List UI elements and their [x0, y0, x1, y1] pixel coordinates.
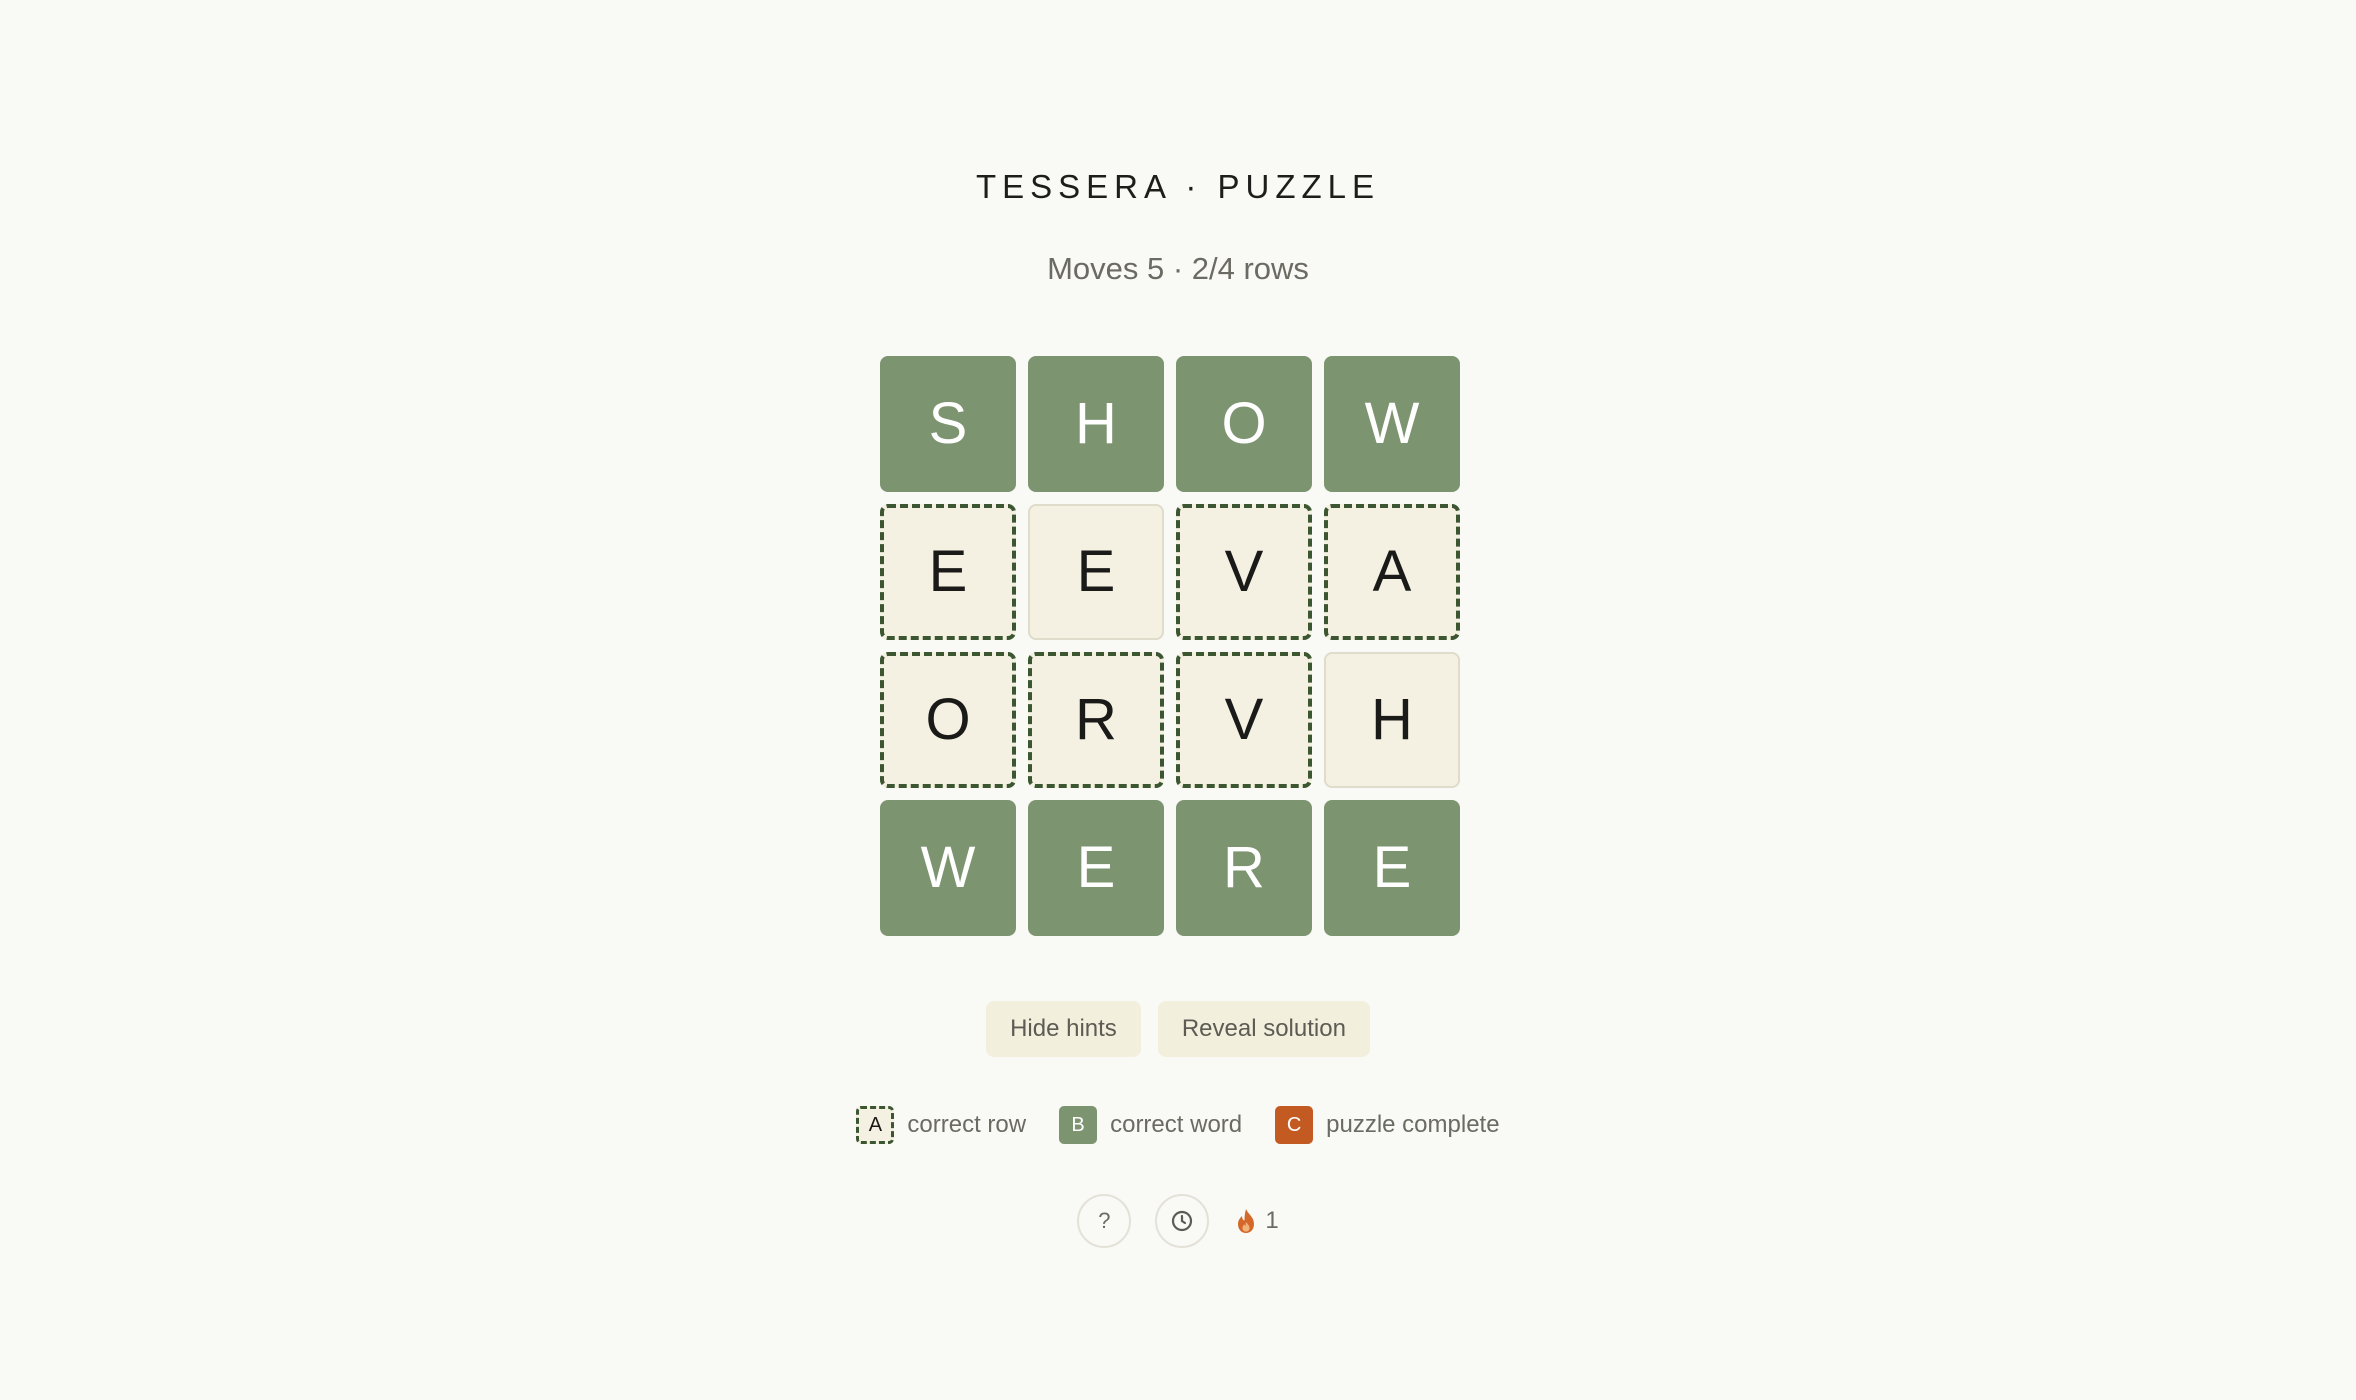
- tile-r3-c3[interactable]: V: [1176, 652, 1312, 788]
- tile-r1-c4[interactable]: W: [1324, 356, 1460, 492]
- tile-r4-c1[interactable]: W: [880, 800, 1016, 936]
- action-bar: Hide hints Reveal solution: [0, 1001, 2356, 1057]
- flame-icon: [1238, 1209, 1255, 1233]
- legend-puzzle-complete: C puzzle complete: [1275, 1106, 1500, 1144]
- move-counter: Moves 5 · 2/4 rows: [1047, 251, 1309, 286]
- footer-bar: ? 1: [0, 1194, 2356, 1248]
- tile-r2-c3[interactable]: V: [1176, 504, 1312, 640]
- puzzle-complete-label: puzzle complete: [1326, 1111, 1500, 1138]
- tile-r3-c4[interactable]: H: [1324, 652, 1460, 788]
- tile-r3-c1[interactable]: O: [880, 652, 1016, 788]
- correct-row-swatch: A: [856, 1106, 895, 1144]
- tile-r2-c4[interactable]: A: [1324, 504, 1460, 640]
- tile-r4-c3[interactable]: R: [1176, 800, 1312, 936]
- clock-icon: [1172, 1210, 1193, 1232]
- tile-r2-c2[interactable]: E: [1028, 504, 1164, 640]
- tile-r2-c1[interactable]: E: [880, 504, 1016, 640]
- legend: A correct row B correct word C puzzle co…: [0, 1106, 2356, 1144]
- correct-row-label: correct row: [907, 1111, 1027, 1138]
- page-title: TESSERA · PUZZLE: [975, 168, 1381, 205]
- history-button[interactable]: [1155, 1194, 1210, 1248]
- tile-r3-c2[interactable]: R: [1028, 652, 1164, 788]
- correct-word-swatch: B: [1059, 1106, 1098, 1144]
- help-button[interactable]: ?: [1077, 1194, 1132, 1248]
- reveal-solution-button[interactable]: Reveal solution: [1157, 1001, 1370, 1057]
- correct-word-label: correct word: [1110, 1111, 1243, 1138]
- puzzle-complete-swatch: C: [1275, 1106, 1314, 1144]
- puzzle-board: S H O W E E V A O R V H W E R E: [880, 356, 1464, 936]
- tile-r1-c2[interactable]: H: [1028, 356, 1164, 492]
- tile-r4-c4[interactable]: E: [1324, 800, 1460, 936]
- tile-r4-c2[interactable]: E: [1028, 800, 1164, 936]
- streak-count: 1: [1265, 1207, 1279, 1234]
- streak-counter: 1: [1235, 1207, 1279, 1235]
- question-icon: ?: [1098, 1208, 1111, 1233]
- legend-correct-word: B correct word: [1059, 1106, 1242, 1144]
- legend-correct-row: A correct row: [856, 1106, 1026, 1144]
- tile-r1-c3[interactable]: O: [1176, 356, 1312, 492]
- hide-hints-button[interactable]: Hide hints: [986, 1001, 1141, 1057]
- page: TESSERA · PUZZLE Moves 5 · 2/4 rows S H …: [0, 0, 2356, 1400]
- tile-r1-c1[interactable]: S: [880, 356, 1016, 492]
